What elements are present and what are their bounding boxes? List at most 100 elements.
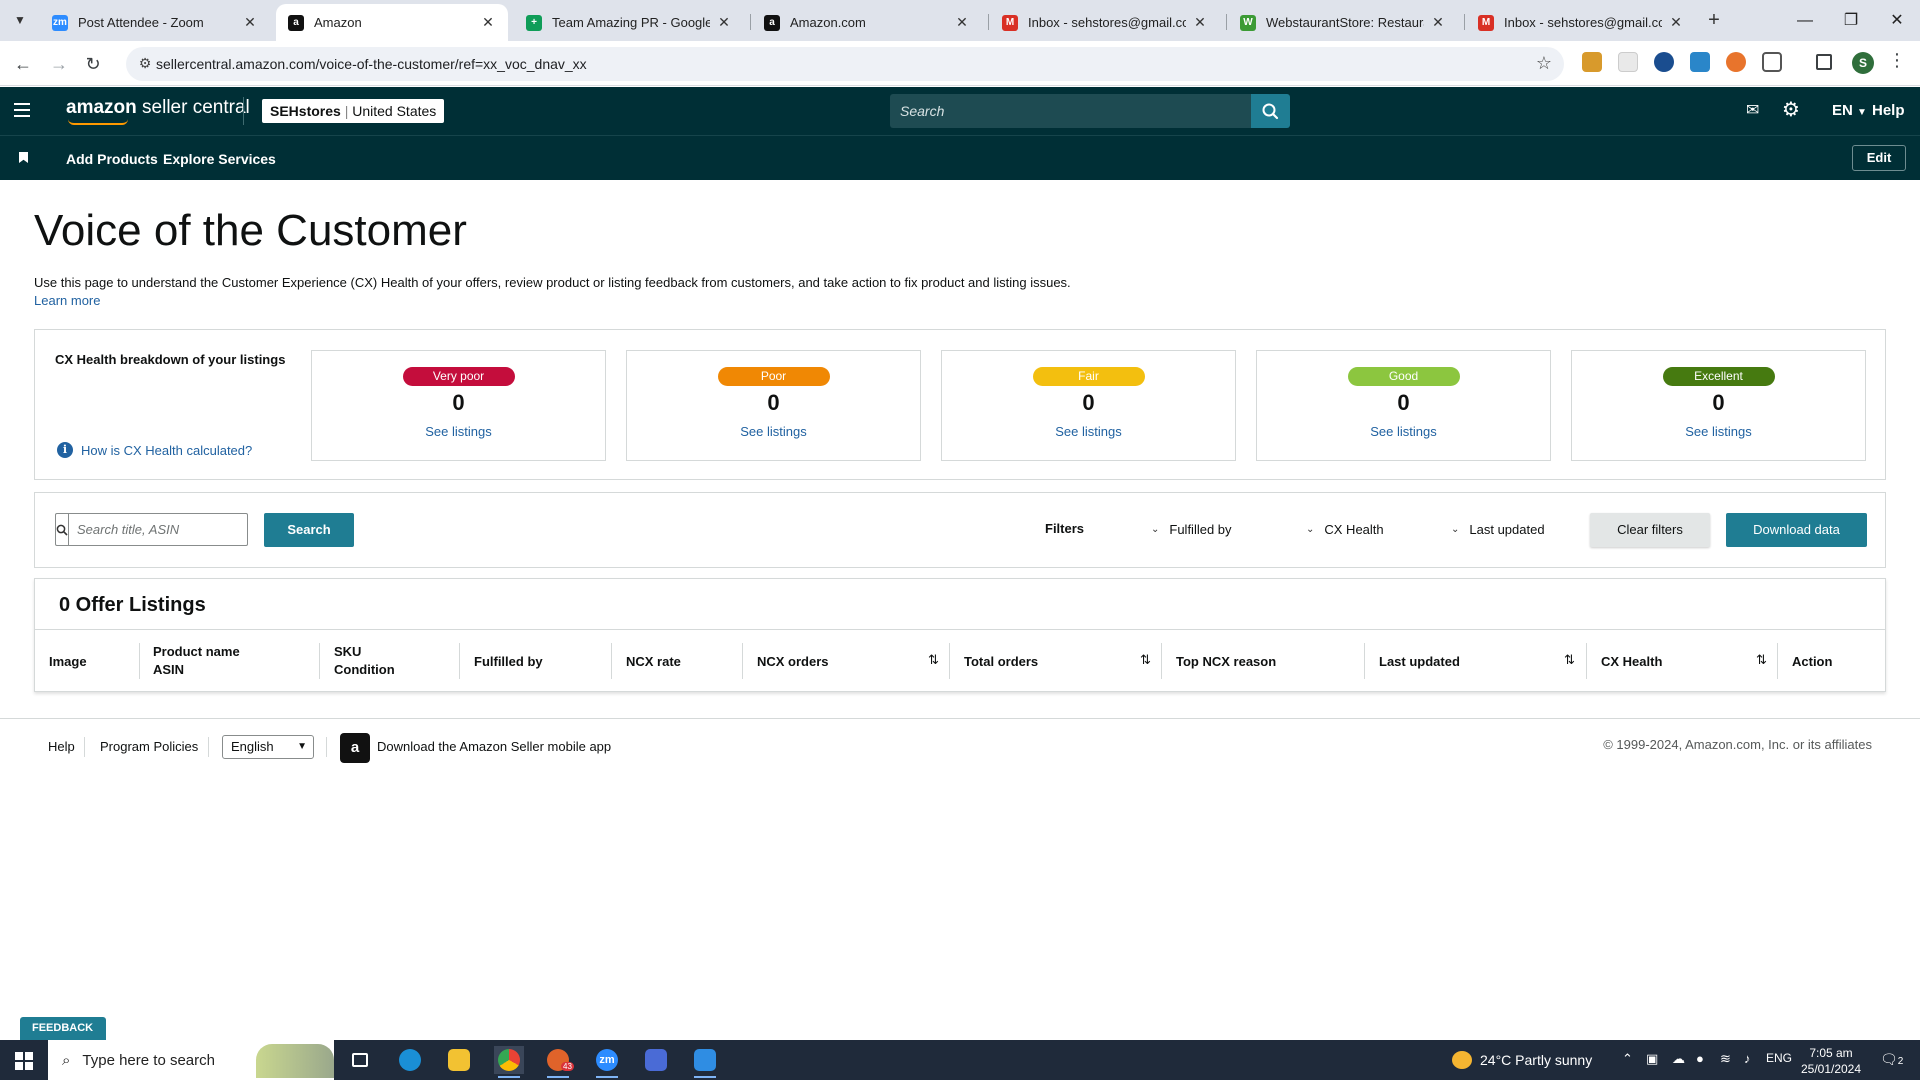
see-listings-link[interactable]: See listings <box>942 424 1235 439</box>
address-bar[interactable]: ⚙ sellercentral.amazon.com/voice-of-the-… <box>126 47 1564 81</box>
column-ncx-orders[interactable]: NCX orders <box>757 630 829 692</box>
volume-icon[interactable]: ♪ <box>1744 1051 1751 1066</box>
weather-widget[interactable]: 24°C Partly sunny <box>1452 1051 1592 1069</box>
bookmark-icon[interactable] <box>19 152 28 163</box>
sort-icon[interactable]: ⇅ <box>928 652 939 668</box>
last-updated-dropdown[interactable]: ⌄ Last updated <box>1451 522 1545 537</box>
extensions-puzzle-icon[interactable] <box>1762 52 1782 72</box>
program-policies-link[interactable]: Program Policies <box>100 739 198 754</box>
reload-button[interactable]: ↻ <box>80 51 106 77</box>
listing-search-input[interactable] <box>69 514 255 545</box>
seller-central-logo[interactable]: amazon seller central <box>66 97 250 125</box>
feedback-button[interactable]: FEEDBACK ✕ <box>20 1017 106 1058</box>
download-app-link[interactable]: Download the Amazon Seller mobile app <box>377 739 611 754</box>
see-listings-link[interactable]: See listings <box>627 424 920 439</box>
windows-start-icon[interactable] <box>15 1052 33 1070</box>
sort-icon[interactable]: ⇅ <box>1140 652 1151 668</box>
language-selector[interactable]: EN ▼ <box>1832 102 1867 119</box>
column-label: Action <box>1792 653 1833 669</box>
close-icon[interactable]: ✕ <box>1668 14 1684 31</box>
new-tab-button[interactable]: + <box>1700 8 1728 32</box>
cx-health-info-link[interactable]: i How is CX Health calculated? <box>57 442 252 458</box>
help-link[interactable]: Help <box>1872 102 1905 119</box>
add-products-link[interactable]: Add Products <box>66 151 158 167</box>
see-listings-link[interactable]: See listings <box>1257 424 1550 439</box>
logo-seller-central: seller central <box>136 97 250 118</box>
tab-gmail-2[interactable]: M Inbox - sehstores@gmail.com ✕ <box>1466 4 1696 41</box>
footer-help-link[interactable]: Help <box>48 739 75 754</box>
cx-health-dropdown[interactable]: ⌄ CX Health <box>1306 522 1384 537</box>
settings-gear-icon[interactable]: ⚙ <box>1782 97 1800 122</box>
tab-zoom[interactable]: zm Post Attendee - Zoom ✕ <box>40 4 270 41</box>
tab-google-sheets[interactable]: + Team Amazing PR - Google Sh ✕ <box>514 4 744 41</box>
cx-health-label: CX Health breakdown of your listings <box>55 352 286 367</box>
extension-icon[interactable] <box>1582 52 1602 72</box>
taskbar-telegram[interactable]: 43 <box>543 1046 574 1078</box>
close-icon[interactable]: ✕ <box>480 14 496 31</box>
close-icon[interactable]: ✕ <box>1430 14 1446 31</box>
see-listings-link[interactable]: See listings <box>312 424 605 439</box>
tab-webstaurant[interactable]: W WebstaurantStore: Restaurant S ✕ <box>1228 4 1458 41</box>
hamburger-menu-icon[interactable] <box>14 103 30 121</box>
minimize-button[interactable]: — <box>1782 0 1828 41</box>
extension-icon[interactable] <box>1690 52 1710 72</box>
close-icon[interactable]: ✕ <box>1192 14 1208 31</box>
taskbar-calculator[interactable] <box>641 1046 671 1074</box>
close-icon[interactable]: ✕ <box>716 14 732 31</box>
tab-amazon-com[interactable]: a Amazon.com ✕ <box>752 4 982 41</box>
fulfilled-by-dropdown[interactable]: ⌄ Fulfilled by <box>1151 522 1232 537</box>
seller-search-button[interactable] <box>1251 94 1290 128</box>
learn-more-link[interactable]: Learn more <box>34 293 100 308</box>
taskbar-photos[interactable] <box>690 1046 720 1078</box>
input-language[interactable]: ENG <box>1766 1051 1792 1065</box>
tray-app-icon[interactable]: ▣ <box>1646 1051 1658 1067</box>
taskbar-zoom[interactable]: zm <box>592 1046 622 1078</box>
profile-avatar[interactable]: S <box>1852 52 1874 74</box>
back-button[interactable]: ← <box>10 51 36 77</box>
tab-gmail-1[interactable]: M Inbox - sehstores@gmail.com ✕ <box>990 4 1220 41</box>
mail-icon[interactable]: ✉ <box>1746 100 1759 120</box>
tab-amazon[interactable]: a Amazon ✕ <box>276 4 508 41</box>
sort-icon[interactable]: ⇅ <box>1564 652 1575 668</box>
tab-search-icon[interactable]: ▼ <box>8 8 32 32</box>
chevron-up-icon[interactable]: ⌃ <box>1622 1051 1633 1067</box>
seller-search-input[interactable] <box>890 94 1252 128</box>
taskbar-chrome[interactable] <box>494 1046 524 1078</box>
taskbar-file-explorer[interactable] <box>444 1046 474 1074</box>
amazon-seller-app-icon[interactable]: a <box>340 733 370 763</box>
close-icon[interactable]: ✕ <box>242 14 258 31</box>
forward-button[interactable]: → <box>46 51 72 77</box>
see-listings-link[interactable]: See listings <box>1572 424 1865 439</box>
close-icon[interactable]: ✕ <box>954 14 970 31</box>
extension-icon[interactable] <box>1618 52 1638 72</box>
extension-icon[interactable] <box>1654 52 1674 72</box>
site-info-icon[interactable]: ⚙ <box>136 55 154 73</box>
clear-filters-button[interactable]: Clear filters <box>1590 513 1710 547</box>
system-clock[interactable]: 7:05 am 25/01/2024 <box>1800 1045 1862 1077</box>
close-window-button[interactable]: ✕ <box>1874 0 1920 41</box>
tray-cloud-icon[interactable]: ☁ <box>1672 1051 1685 1067</box>
side-panel-icon[interactable] <box>1816 54 1832 70</box>
listings-table-header: Image Product name ASIN SKU Condition Fulf… <box>35 629 1885 692</box>
task-view-button[interactable] <box>345 1046 375 1074</box>
extension-icon[interactable] <box>1726 52 1746 72</box>
restore-button[interactable]: ❐ <box>1828 0 1874 41</box>
photos-icon <box>694 1049 716 1071</box>
sort-icon[interactable]: ⇅ <box>1756 652 1767 668</box>
feedback-label: FEEDBACK <box>32 1022 94 1034</box>
download-data-button[interactable]: Download data <box>1726 513 1867 547</box>
edit-button[interactable]: Edit <box>1852 145 1906 171</box>
wifi-icon[interactable]: ≋ <box>1720 1051 1731 1067</box>
search-button[interactable]: Search <box>264 513 354 547</box>
notification-center-icon[interactable]: 🗨2 <box>1880 1051 1903 1068</box>
column-cx-health[interactable]: CX Health <box>1601 630 1662 692</box>
store-switcher[interactable]: SEHstores | United States <box>262 99 445 123</box>
microphone-icon[interactable]: ● <box>1696 1051 1704 1066</box>
bookmark-star-icon[interactable]: ☆ <box>1536 53 1552 74</box>
explore-services-link[interactable]: Explore Services <box>163 151 276 167</box>
browser-menu-icon[interactable]: ⋮ <box>1888 50 1906 71</box>
column-last-updated[interactable]: Last updated <box>1379 630 1460 692</box>
taskbar-edge[interactable] <box>395 1046 425 1074</box>
footer-language-select[interactable]: English ▼ <box>222 735 314 759</box>
column-total-orders[interactable]: Total orders <box>964 630 1038 692</box>
